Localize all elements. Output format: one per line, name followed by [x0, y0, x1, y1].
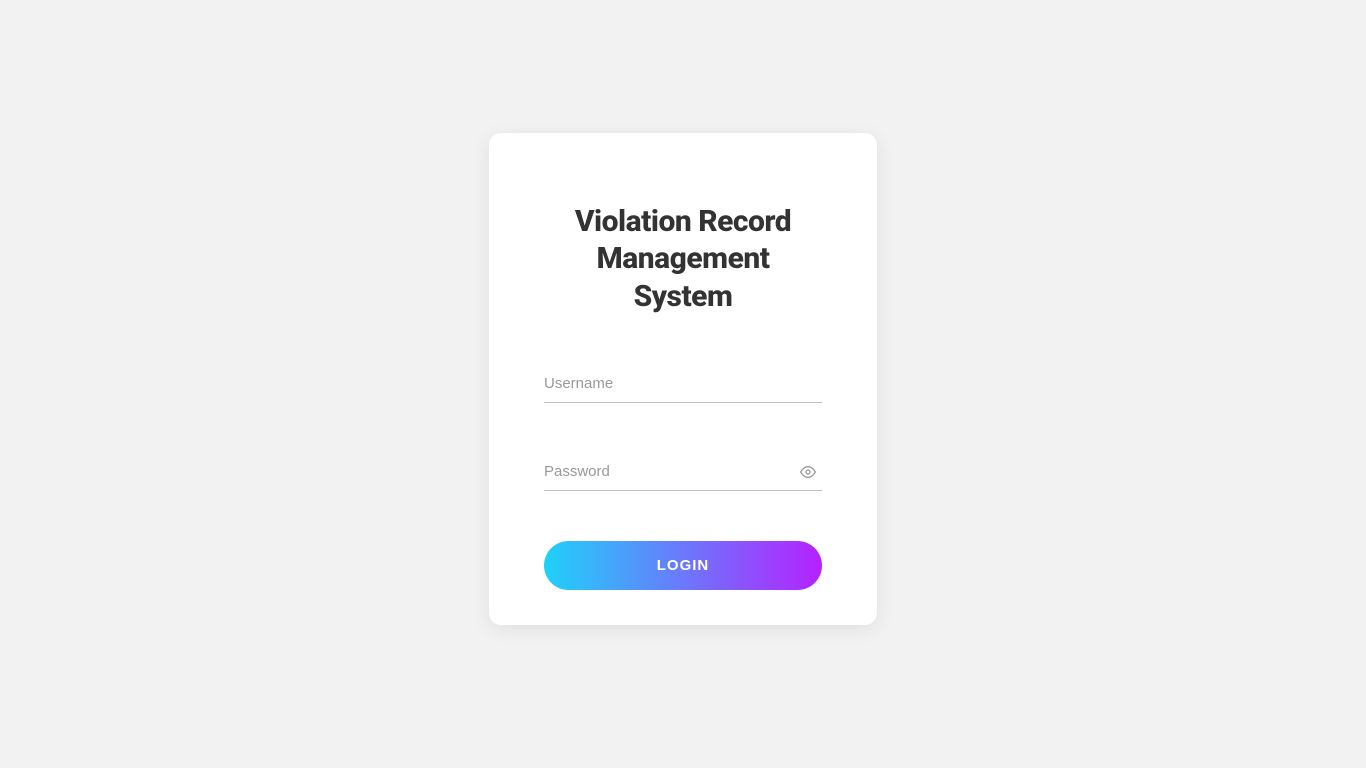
eye-icon[interactable] — [800, 464, 816, 480]
login-card: Violation Record Management System LOGIN — [489, 133, 877, 626]
username-input[interactable] — [544, 365, 822, 403]
page-title: Violation Record Management System — [544, 203, 822, 316]
username-group — [544, 365, 822, 403]
password-group — [544, 453, 822, 491]
password-input[interactable] — [544, 453, 822, 491]
login-button[interactable]: LOGIN — [544, 541, 822, 590]
